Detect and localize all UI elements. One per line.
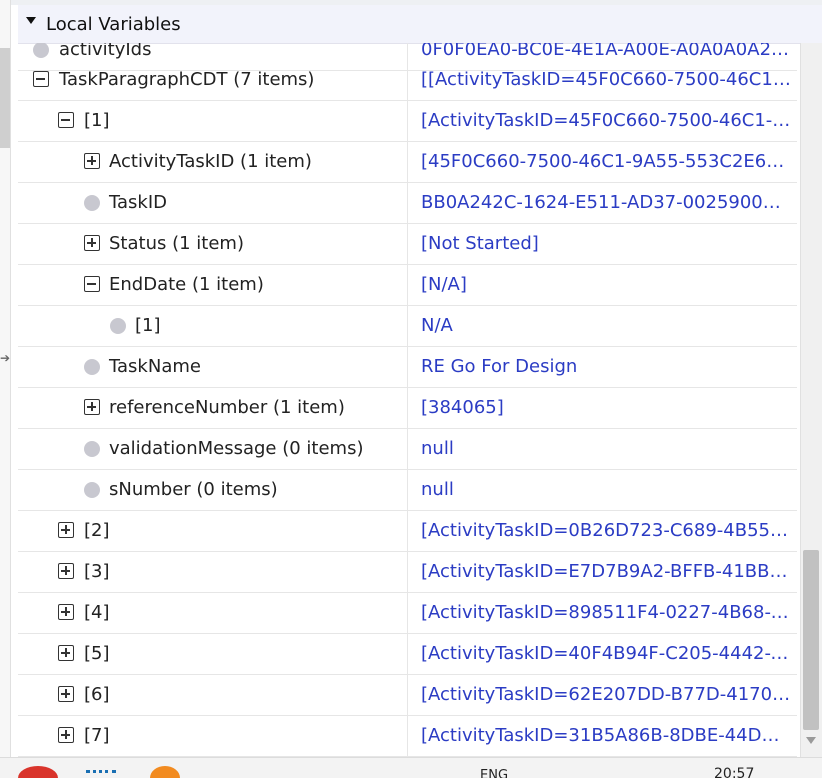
variable-name: TaskParagraphCDT (7 items) <box>59 69 315 90</box>
tree-row[interactable]: TaskName RE Go For Design <box>18 347 797 388</box>
tree-row[interactable]: [7] [ActivityTaskID=31B5A86B-8DBE-44DC-.… <box>18 716 797 757</box>
variable-value: [45F0C660-7500-46C1-9A55-553C2E6FC... <box>421 151 791 172</box>
tree-row[interactable]: [1] N/A <box>18 306 797 347</box>
variable-name: [5] <box>84 643 110 664</box>
expand-toggle-icon[interactable] <box>58 727 74 743</box>
name-cell: [2] <box>18 511 408 551</box>
collapse-toggle-icon[interactable] <box>58 112 74 128</box>
tree-row[interactable]: TaskID BB0A242C-1624-E511-AD37-0025900CF… <box>18 183 797 224</box>
expand-toggle-icon[interactable] <box>58 645 74 661</box>
left-scrollbar-thumb[interactable] <box>0 48 10 148</box>
taskbar: ENG 20:57 <box>0 757 822 778</box>
variable-name: sNumber (0 items) <box>109 479 278 500</box>
name-cell: [5] <box>18 634 408 674</box>
local-variables-header[interactable]: Local Variables <box>18 5 822 44</box>
leaf-bullet-icon <box>110 318 126 334</box>
name-cell: Status (1 item) <box>18 224 408 264</box>
name-cell: [1] <box>18 306 408 346</box>
variable-value: [ActivityTaskID=E7D7B9A2-BFFB-41BB-... <box>421 561 791 582</box>
tree-row[interactable]: Status (1 item) [Not Started] <box>18 224 797 265</box>
variable-name: [7] <box>84 725 110 746</box>
expand-toggle-icon[interactable] <box>58 563 74 579</box>
leaf-bullet-icon <box>84 441 100 457</box>
variable-name: TaskName <box>109 356 201 377</box>
tree-row[interactable]: [4] [ActivityTaskID=898511F4-0227-4B68-A… <box>18 593 797 634</box>
variable-value: [ActivityTaskID=62E207DD-B77D-4170-... <box>421 684 791 705</box>
name-cell: referenceNumber (1 item) <box>18 388 408 428</box>
variable-value: [Not Started] <box>421 233 539 254</box>
variable-name: [2] <box>84 520 110 541</box>
variable-value: null <box>421 479 454 500</box>
variable-value: [ActivityTaskID=0B26D723-C689-4B55-A... <box>421 520 791 541</box>
name-cell: [6] <box>18 675 408 715</box>
app-icon-orange[interactable] <box>150 766 180 778</box>
leaf-bullet-icon <box>84 359 100 375</box>
tree-row[interactable]: [3] [ActivityTaskID=E7D7B9A2-BFFB-41BB-.… <box>18 552 797 593</box>
name-cell: sNumber (0 items) <box>18 470 408 510</box>
vertical-scrollbar-thumb[interactable] <box>803 550 819 730</box>
system-clock[interactable]: 20:57 <box>714 766 754 778</box>
tree-row[interactable]: TaskParagraphCDT (7 items) [[ActivityTas… <box>18 60 797 101</box>
tree-row[interactable]: sNumber (0 items) null <box>18 470 797 511</box>
leaf-bullet-icon <box>84 195 100 211</box>
tree-row[interactable]: referenceNumber (1 item) [384065] <box>18 388 797 429</box>
name-cell: TaskName <box>18 347 408 387</box>
scroll-down-arrow-icon[interactable] <box>806 737 816 744</box>
variable-value: BB0A242C-1624-E511-AD37-0025900CF... <box>421 192 791 213</box>
variable-name: [1] <box>84 110 110 131</box>
tree-row[interactable]: validationMessage (0 items) null <box>18 429 797 470</box>
expand-toggle-icon[interactable] <box>58 604 74 620</box>
variable-name: validationMessage (0 items) <box>109 438 364 459</box>
variables-tree: activityIds 0F0F0EA0-BC0E-4E1A-A00E-A0A0… <box>18 43 797 757</box>
tree-row[interactable]: ActivityTaskID (1 item) [45F0C660-7500-4… <box>18 142 797 183</box>
variable-name: TaskID <box>109 192 168 213</box>
collapse-toggle-icon[interactable] <box>84 276 100 292</box>
tree-row[interactable]: [2] [ActivityTaskID=0B26D723-C689-4B55-A… <box>18 511 797 552</box>
name-cell: EndDate (1 item) <box>18 265 408 305</box>
name-cell: ActivityTaskID (1 item) <box>18 142 408 182</box>
variable-value: [ActivityTaskID=40F4B94F-C205-4442-B... <box>421 643 791 664</box>
variable-name: ActivityTaskID (1 item) <box>109 151 312 172</box>
variable-name: Status (1 item) <box>109 233 244 254</box>
variable-name: [6] <box>84 684 110 705</box>
name-cell: TaskParagraphCDT (7 items) <box>18 60 408 100</box>
variable-value: [[ActivityTaskID=45F0C660-7500-46C1-9... <box>421 69 791 90</box>
expand-arrow-icon[interactable]: ➔ <box>0 348 10 368</box>
expand-toggle-icon[interactable] <box>84 235 100 251</box>
tree-row[interactable]: [5] [ActivityTaskID=40F4B94F-C205-4442-B… <box>18 634 797 675</box>
expand-toggle-icon[interactable] <box>84 153 100 169</box>
variable-value: null <box>421 438 454 459</box>
variable-value: [N/A] <box>421 274 467 295</box>
variable-name: [1] <box>135 315 161 336</box>
leaf-bullet-icon <box>33 43 49 58</box>
collapse-toggle-icon[interactable] <box>33 71 49 87</box>
variable-value: [ActivityTaskID=31B5A86B-8DBE-44DC-... <box>421 725 791 746</box>
variable-name: [3] <box>84 561 110 582</box>
variable-name: EndDate (1 item) <box>109 274 264 295</box>
variable-value: N/A <box>421 315 453 336</box>
name-cell: TaskID <box>18 183 408 223</box>
name-cell: [4] <box>18 593 408 633</box>
expand-toggle-icon[interactable] <box>84 399 100 415</box>
variable-value: [ActivityTaskID=898511F4-0227-4B68-A... <box>421 602 791 623</box>
name-cell: validationMessage (0 items) <box>18 429 408 469</box>
tree-row[interactable]: [6] [ActivityTaskID=62E207DD-B77D-4170-.… <box>18 675 797 716</box>
variable-value: [384065] <box>421 397 504 418</box>
tree-row[interactable]: [1] [ActivityTaskID=45F0C660-7500-46C1-9… <box>18 101 797 142</box>
leaf-bullet-icon <box>84 482 100 498</box>
section-title: Local Variables <box>46 14 181 35</box>
variable-name: referenceNumber (1 item) <box>109 397 345 418</box>
variable-value: RE Go For Design <box>421 356 578 377</box>
variable-name: [4] <box>84 602 110 623</box>
name-cell: [3] <box>18 552 408 592</box>
variable-value: [ActivityTaskID=45F0C660-7500-46C1-9... <box>421 110 791 131</box>
chrome-icon[interactable] <box>18 766 58 778</box>
expand-toggle-icon[interactable] <box>58 522 74 538</box>
name-cell: [1] <box>18 101 408 141</box>
name-cell: [7] <box>18 716 408 756</box>
expand-toggle-icon[interactable] <box>58 686 74 702</box>
collapse-caret-icon[interactable] <box>26 17 36 24</box>
tree-row[interactable]: EndDate (1 item) [N/A] <box>18 265 797 306</box>
